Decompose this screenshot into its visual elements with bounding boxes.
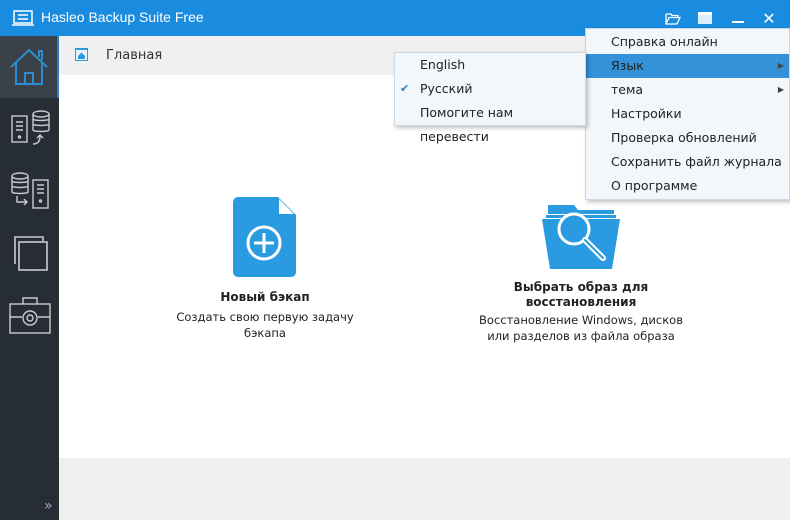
help-translate[interactable]: Помогите нам перевести [395,101,585,144]
menu-item-language[interactable]: Язык ▶ [586,54,789,78]
restore-image-card[interactable]: Выбрать образ для восстановления Восстано… [471,205,691,344]
menu-item-check-updates[interactable]: Проверка обновлений [586,126,789,150]
footer [59,458,790,520]
checkmark-icon: ✔ [400,82,410,95]
minimize-icon[interactable] [727,8,749,28]
sidebar: » [0,36,59,520]
new-backup-title: Новый бэкап [220,290,310,304]
menu-item-theme[interactable]: тема ▶ [586,78,789,102]
restore-image-description: Восстановление Windows, дисков или раздел… [479,313,683,343]
close-icon[interactable]: ✕ [758,8,780,28]
new-backup-icon [233,197,296,277]
sidebar-item-tools[interactable] [0,284,59,346]
sidebar-item-clone[interactable] [0,222,59,284]
menu-item-about[interactable]: О программе [586,174,789,198]
restore-image-title: Выбрать образ для восстановления [513,280,649,309]
sidebar-item-restore[interactable] [0,160,59,222]
app-logo-icon [12,10,34,26]
new-backup-description: Создать свою первую задачу бэкапа [176,310,354,340]
restore-icon [10,172,49,209]
expand-sidebar-button[interactable]: » [44,498,53,514]
language-english[interactable]: English [395,53,585,77]
toolbox-icon [8,297,51,334]
menu-icon[interactable] [694,8,716,28]
submenu-arrow-icon: ▶ [777,61,784,70]
menu-item-settings[interactable]: Настройки [586,102,789,126]
clone-icon [13,236,48,271]
new-backup-card[interactable]: Новый бэкап Создать свою первую задачу бэ… [165,197,365,341]
main-menu: Справка онлайн Язык ▶ тема ▶ Настройки Про… [585,28,790,200]
sidebar-item-home[interactable] [0,36,59,98]
window-title: Hasleo Backup Suite Free [41,9,204,25]
menu-item-save-log[interactable]: Сохранить файл журнала [586,150,789,174]
home-breadcrumb-icon [75,48,88,61]
language-russian[interactable]: ✔ Русский [395,77,585,101]
breadcrumb-label[interactable]: Главная [106,48,162,63]
menu-item-online-help[interactable]: Справка онлайн [586,30,789,54]
open-folder-icon[interactable] [662,8,684,28]
folder-search-icon [542,205,620,269]
home-icon [9,48,48,85]
backup-icon [10,110,50,145]
language-submenu: English ✔ Русский Помогите нам перевести [394,52,586,144]
sidebar-item-backup[interactable] [0,98,59,160]
submenu-arrow-icon: ▶ [777,85,784,94]
